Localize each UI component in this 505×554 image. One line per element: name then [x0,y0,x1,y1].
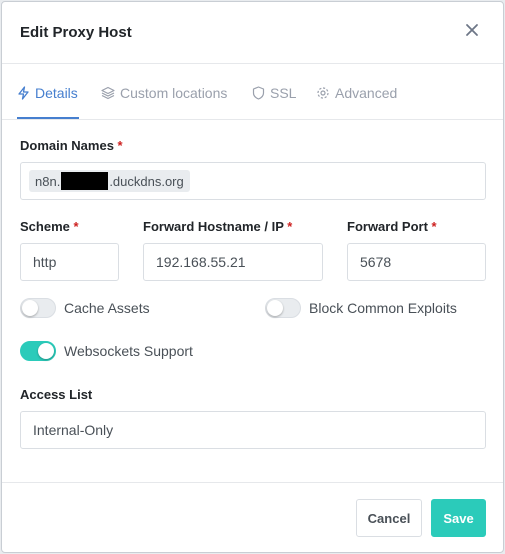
bolt-icon [17,86,30,100]
scheme-label: Scheme * [20,219,79,234]
close-icon[interactable] [465,23,481,39]
toggle-knob [22,300,38,316]
cache-assets-toggle-row[interactable]: Cache Assets [20,298,150,318]
forward-hostname-input[interactable]: 192.168.55.21 [143,243,323,281]
layers-icon [101,86,115,100]
domain-names-label: Domain Names * [20,138,123,153]
access-list-label: Access List [20,387,93,402]
tab-custom-locations[interactable]: Custom locations [101,82,227,104]
edit-proxy-host-dialog: Edit Proxy Host Details Custom locations… [1,1,504,553]
tab-label: SSL [270,85,297,101]
tab-label: Advanced [335,85,398,101]
redaction-box [61,172,109,190]
toggle-knob [267,300,283,316]
forward-hostname-label: Forward Hostname / IP * [143,219,293,234]
cache-assets-toggle[interactable] [20,298,56,318]
tab-ssl[interactable]: SSL [252,82,296,104]
toggle-knob [38,343,54,359]
cancel-button[interactable]: Cancel [356,499,422,537]
dialog-footer: Cancel Save [2,482,503,552]
tab-advanced[interactable]: Advanced [316,82,397,104]
websockets-toggle-row[interactable]: Websockets Support [20,341,193,361]
forward-port-input[interactable]: 5678 [347,243,486,281]
access-list-select[interactable]: Internal-Only [20,411,486,449]
scheme-input[interactable]: http [20,243,119,281]
save-button[interactable]: Save [431,499,486,537]
block-exploits-toggle[interactable] [265,298,301,318]
dialog-title: Edit Proxy Host [20,24,132,41]
block-exploits-label: Block Common Exploits [309,300,457,316]
gear-icon [316,86,330,100]
tab-details[interactable]: Details [17,82,78,104]
cache-assets-label: Cache Assets [64,300,150,316]
websockets-label: Websockets Support [64,343,193,359]
domain-names-input[interactable]: n8n. .duckdns.org [20,162,486,200]
tab-label: Custom locations [120,85,228,101]
active-tab-indicator [17,117,79,119]
forward-port-label: Forward Port * [347,219,437,234]
tab-bar: Details Custom locations SSL Advanced [2,64,503,120]
dialog-header: Edit Proxy Host [2,2,503,64]
websockets-toggle[interactable] [20,341,56,361]
tab-label: Details [35,85,78,101]
block-exploits-toggle-row[interactable]: Block Common Exploits [265,298,457,318]
shield-icon [252,86,265,100]
domain-chip[interactable]: n8n. .duckdns.org [29,170,190,192]
